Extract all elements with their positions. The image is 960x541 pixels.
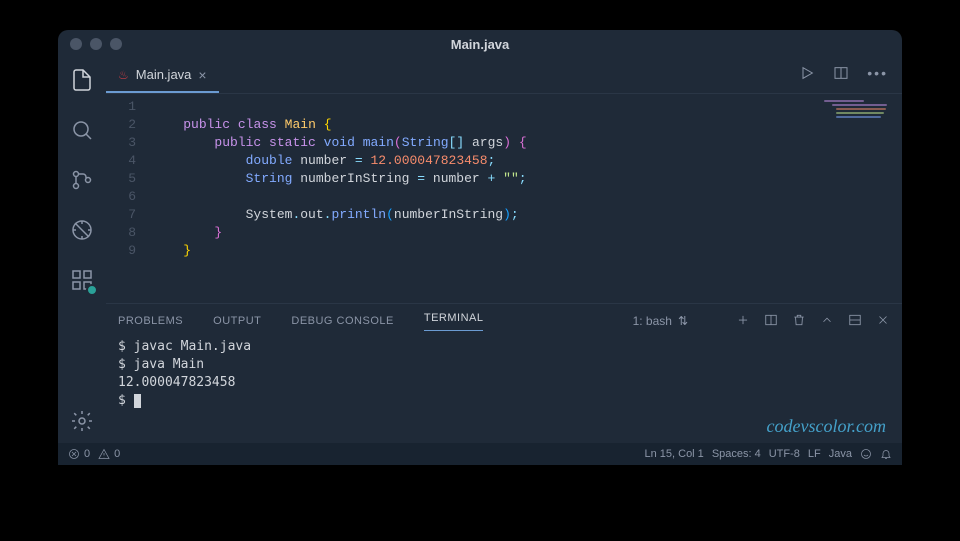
bell-icon[interactable]: [880, 448, 892, 460]
maximize-panel-icon[interactable]: [848, 313, 862, 330]
terminal-selector[interactable]: 1: bash⇅: [633, 314, 688, 328]
kill-terminal-icon[interactable]: [792, 313, 806, 330]
chevron-updown-icon: ⇅: [678, 314, 688, 328]
window-title: Main.java: [451, 37, 510, 52]
status-warnings[interactable]: 0: [98, 448, 120, 460]
watermark: codevscolor.com: [767, 416, 886, 437]
search-icon[interactable]: [68, 116, 96, 144]
status-eol[interactable]: LF: [808, 448, 821, 460]
status-encoding[interactable]: UTF-8: [769, 448, 800, 460]
tab-main-java[interactable]: ♨ Main.java ×: [106, 58, 219, 93]
tab-problems[interactable]: PROBLEMS: [118, 315, 183, 327]
minimap[interactable]: [824, 100, 894, 130]
settings-gear-icon[interactable]: [68, 407, 96, 435]
debug-icon[interactable]: [68, 216, 96, 244]
new-terminal-icon[interactable]: [736, 313, 750, 330]
close-tab-icon[interactable]: ×: [198, 67, 206, 83]
badge-icon: [86, 284, 98, 296]
maximize-window-icon[interactable]: [110, 38, 122, 50]
more-actions-icon[interactable]: •••: [867, 65, 888, 86]
titlebar: Main.java: [58, 30, 902, 58]
tab-output[interactable]: OUTPUT: [213, 315, 261, 327]
status-errors[interactable]: 0: [68, 448, 90, 460]
feedback-icon[interactable]: [860, 448, 872, 460]
bottom-panel: PROBLEMS OUTPUT DEBUG CONSOLE TERMINAL 1…: [106, 303, 902, 443]
chevron-up-icon[interactable]: [820, 313, 834, 330]
status-language[interactable]: Java: [829, 448, 852, 460]
java-file-icon: ♨: [118, 68, 129, 82]
close-panel-icon[interactable]: [876, 313, 890, 330]
split-editor-icon[interactable]: [833, 65, 849, 86]
minimize-window-icon[interactable]: [90, 38, 102, 50]
code-content[interactable]: public class Main { public static void m…: [152, 98, 902, 303]
status-bar: 0 0 Ln 15, Col 1 Spaces: 4 UTF-8 LF Java: [58, 443, 902, 465]
extensions-icon[interactable]: [68, 266, 96, 294]
code-editor[interactable]: 123456789 public class Main { public sta…: [106, 94, 902, 303]
split-terminal-icon[interactable]: [764, 313, 778, 330]
activity-bar: [58, 58, 106, 443]
source-control-icon[interactable]: [68, 166, 96, 194]
terminal-cursor: [134, 394, 141, 408]
tab-bar: ♨ Main.java × •••: [106, 58, 902, 94]
explorer-icon[interactable]: [68, 66, 96, 94]
window-controls: [58, 38, 122, 50]
close-window-icon[interactable]: [70, 38, 82, 50]
tab-debug-console[interactable]: DEBUG CONSOLE: [291, 315, 393, 327]
tab-label: Main.java: [136, 67, 192, 82]
tab-terminal[interactable]: TERMINAL: [424, 312, 484, 331]
run-icon[interactable]: [799, 65, 815, 86]
status-cursor-position[interactable]: Ln 15, Col 1: [644, 448, 703, 460]
status-indentation[interactable]: Spaces: 4: [712, 448, 761, 460]
app-window: Main.java ♨ Main.java × •••: [58, 30, 902, 465]
line-number-gutter: 123456789: [106, 98, 152, 303]
